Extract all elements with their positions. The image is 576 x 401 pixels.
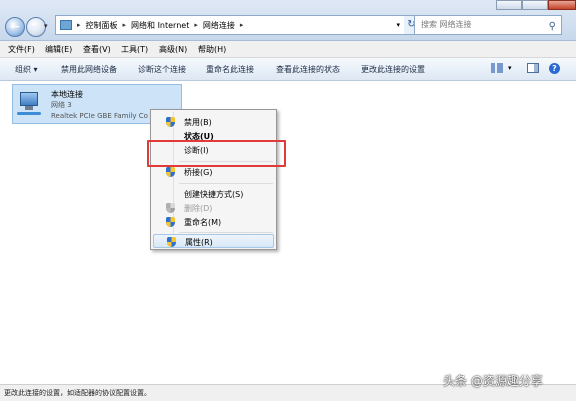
menu-item-label: 创建快捷方式(S) — [184, 190, 244, 199]
menu-edit[interactable]: 编辑(E) — [45, 44, 72, 55]
connection-name: 本地连接 — [51, 90, 83, 99]
menu-item-label: 禁用(B) — [184, 118, 212, 127]
menu-advanced[interactable]: 高级(N) — [159, 44, 187, 55]
breadcrumb-control-panel[interactable]: 控制面板 — [86, 20, 118, 31]
uac-shield-icon — [166, 117, 175, 127]
uac-shield-icon — [166, 217, 175, 227]
chevron-right-icon[interactable]: ▸ — [240, 21, 244, 29]
menu-bar: 文件(F) 编辑(E) 查看(V) 工具(T) 高级(N) 帮助(H) — [0, 41, 576, 58]
uac-shield-icon — [166, 203, 175, 213]
help-icon[interactable]: ? — [549, 63, 560, 74]
uac-shield-icon — [167, 237, 176, 247]
search-icon[interactable]: ⚲ — [549, 18, 556, 36]
connection-network: 网络 3 — [51, 101, 72, 109]
search-input[interactable]: 搜索 网络连接 ⚲ — [414, 15, 562, 35]
chevron-down-icon[interactable]: ▾ — [508, 64, 512, 72]
change-settings-button[interactable]: 更改此连接的设置 — [361, 64, 425, 75]
back-arrow-icon[interactable]: ← — [5, 17, 25, 37]
command-toolbar: 组织 ▾ 禁用此网络设备 诊断这个连接 重命名此连接 查看此连接的状态 更改此连… — [0, 58, 576, 81]
menu-file[interactable]: 文件(F) — [8, 44, 35, 55]
menu-item-bridge[interactable]: 桥接(G) — [153, 165, 274, 179]
menu-item-delete: 删除(D) — [153, 201, 274, 215]
explorer-window: ← → ▾ ▸ 控制面板 ▸ 网络和 Internet ▸ 网络连接 ▸ ▾ ↻… — [0, 0, 576, 401]
status-text: 更改此连接的设置，如适配器的协议配置设置。 — [4, 389, 151, 397]
highlight-annotation-box — [147, 140, 286, 167]
view-status-button[interactable]: 查看此连接的状态 — [276, 64, 340, 75]
menu-view[interactable]: 查看(V) — [83, 44, 111, 55]
menu-help[interactable]: 帮助(H) — [198, 44, 226, 55]
preview-pane-icon[interactable] — [527, 63, 539, 73]
view-options-icon[interactable] — [491, 63, 503, 73]
minimize-button[interactable] — [496, 0, 522, 10]
search-placeholder: 搜索 网络连接 — [421, 20, 472, 29]
menu-item-label: 属性(R) — [185, 238, 213, 247]
menu-item-label: 删除(D) — [184, 204, 213, 213]
disable-device-button[interactable]: 禁用此网络设备 — [61, 64, 117, 75]
rename-button[interactable]: 重命名此连接 — [206, 64, 254, 75]
folder-icon — [60, 20, 72, 30]
network-adapter-icon — [17, 90, 43, 116]
maximize-button[interactable] — [522, 0, 548, 10]
close-button[interactable] — [548, 0, 576, 10]
uac-shield-icon — [166, 167, 175, 177]
menu-tools[interactable]: 工具(T) — [121, 44, 148, 55]
chevron-down-icon[interactable]: ▾ — [396, 21, 400, 29]
chevron-right-icon[interactable]: ▸ — [194, 21, 198, 29]
menu-item-label: 重命名(M) — [184, 218, 222, 227]
connection-adapter: Realtek PCIe GBE Family Co — [51, 112, 148, 120]
menu-item-create-shortcut[interactable]: 创建快捷方式(S) — [153, 187, 274, 201]
history-dropdown-icon[interactable]: ▾ — [44, 22, 48, 30]
breadcrumb-network-connections[interactable]: 网络连接 — [203, 20, 235, 31]
watermark: 头条 @资源趣分享 — [443, 374, 543, 388]
address-bar-area: ← → ▾ ▸ 控制面板 ▸ 网络和 Internet ▸ 网络连接 ▸ ▾ ↻… — [0, 0, 576, 41]
organize-button[interactable]: 组织 ▾ — [15, 64, 38, 75]
file-list: 本地连接 网络 3 Realtek PCIe GBE Family Co 禁用(… — [0, 81, 576, 384]
menu-item-properties[interactable]: 属性(R) — [153, 234, 274, 248]
chevron-right-icon[interactable]: ▸ — [123, 21, 127, 29]
address-input[interactable]: ▸ 控制面板 ▸ 网络和 Internet ▸ 网络连接 ▸ ▾ — [55, 15, 405, 35]
breadcrumb-network-internet[interactable]: 网络和 Internet — [131, 20, 189, 31]
context-menu: 禁用(B) 状态(U) 诊断(I) 桥接(G) 创建快捷方式(S) 删除(D) — [150, 109, 277, 250]
menu-item-label: 桥接(G) — [184, 168, 213, 177]
chevron-right-icon[interactable]: ▸ — [77, 21, 81, 29]
menu-item-rename[interactable]: 重命名(M) — [153, 215, 274, 229]
menu-item-disable[interactable]: 禁用(B) — [153, 115, 274, 129]
forward-arrow-icon[interactable]: → — [26, 17, 46, 37]
diagnose-button[interactable]: 诊断这个连接 — [138, 64, 186, 75]
